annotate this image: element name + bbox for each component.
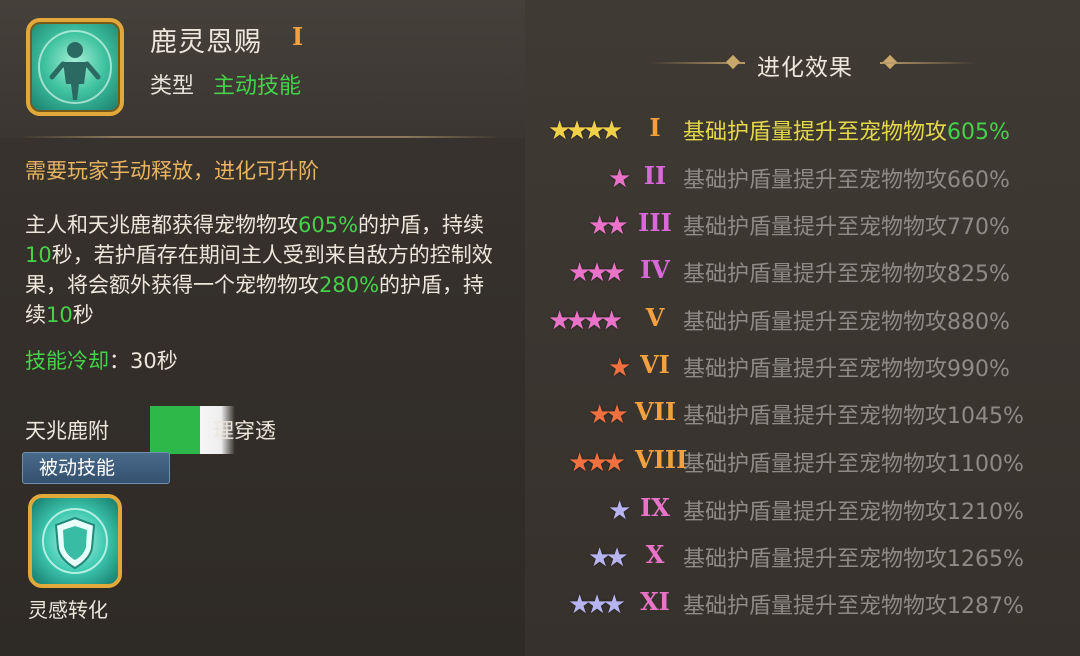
evolution-effect: 基础护盾量提升至宠物物攻825% bbox=[683, 256, 1010, 288]
skill-detail-panel: 鹿灵恩赐 I 类型 主动技能 需要玩家手动释放，进化可升阶 主人和天兆鹿都获得宠… bbox=[0, 0, 525, 656]
evolution-effect: 基础护盾量提升至宠物物攻1265% bbox=[683, 541, 1024, 573]
passive-skill-name-tail: 理穿透 bbox=[213, 419, 276, 443]
evolution-row: ★ ★ ★ ★ V 基础护盾量提升至宠物物攻880% bbox=[525, 300, 1080, 340]
evolution-rank: VII bbox=[635, 397, 677, 426]
star-icon: ★ bbox=[605, 211, 629, 241]
star-icon: ★ bbox=[599, 306, 624, 336]
effect-text: 基础护盾量提升至宠物物攻 bbox=[683, 120, 948, 145]
star-rating: ★ bbox=[608, 164, 631, 194]
deer-spirit-skill-icon[interactable] bbox=[26, 18, 124, 116]
star-rating: ★ ★ bbox=[588, 543, 629, 573]
star-rating: ★ ★ ★ ★ bbox=[548, 116, 623, 146]
evolution-row: ★ IX 基础护盾量提升至宠物物攻1210% bbox=[525, 490, 1080, 530]
evolution-effect: 基础护盾量提升至宠物物攻660% bbox=[683, 162, 1010, 194]
star-rating: ★ ★ bbox=[588, 400, 629, 430]
passive-icon-label: 灵感转化 bbox=[28, 598, 108, 622]
evolution-effect: 基础护盾量提升至宠物物攻1210% bbox=[683, 494, 1024, 526]
evolution-effect: 基础护盾量提升至宠物物攻880% bbox=[683, 304, 1010, 336]
evolution-row: ★ ★ ★ XI 基础护盾量提升至宠物物攻1287% bbox=[525, 584, 1080, 624]
star-rating: ★ bbox=[608, 496, 631, 526]
evolution-rank: VIII bbox=[635, 445, 688, 474]
star-rating: ★ ★ ★ bbox=[568, 448, 626, 478]
passive-skill-badge: 被动技能 bbox=[22, 452, 170, 484]
evolution-row: ★ ★ VII 基础护盾量提升至宠物物攻1045% bbox=[525, 394, 1080, 434]
star-icon: ★ bbox=[605, 543, 629, 573]
effect-text: 基础护盾量提升至宠物物攻 bbox=[683, 594, 948, 619]
skill-cooldown: 技能冷却：30秒 bbox=[25, 349, 178, 373]
evolution-rank: IX bbox=[640, 493, 670, 522]
effect-text: 基础护盾量提升至宠物物攻 bbox=[683, 500, 948, 525]
evolution-effect: 基础护盾量提升至宠物物攻770% bbox=[683, 209, 1010, 241]
star-icon: ★ bbox=[599, 116, 624, 146]
evolution-row: ★ ★ ★ IV 基础护盾量提升至宠物物攻825% bbox=[525, 252, 1080, 292]
effect-percent: 1045% bbox=[947, 404, 1024, 429]
evolution-rank: III bbox=[638, 208, 672, 237]
evolution-effect: 基础护盾量提升至宠物物攻1100% bbox=[683, 446, 1024, 478]
evolution-row: ★ ★ III 基础护盾量提升至宠物物攻770% bbox=[525, 205, 1080, 245]
evolution-title: 进化效果 bbox=[757, 55, 853, 81]
evolution-row: ★ ★ X 基础护盾量提升至宠物物攻1265% bbox=[525, 537, 1080, 577]
passive-skill-name-head: 天兆鹿附 bbox=[25, 419, 109, 443]
skill-description: 主人和天兆鹿都获得宠物物攻605%的护盾，持续10秒，若护盾存在期间主人受到来自… bbox=[25, 213, 493, 327]
skill-type-value: 主动技能 bbox=[213, 74, 302, 99]
star-rating: ★ ★ bbox=[588, 211, 629, 241]
skill-note: 需要玩家手动释放，进化可升阶 bbox=[25, 159, 319, 183]
evolution-rank: X bbox=[645, 540, 665, 569]
evolution-row: ★ VI 基础护盾量提升至宠物物攻990% bbox=[525, 347, 1080, 387]
redaction-block bbox=[150, 406, 200, 454]
shield-icon[interactable] bbox=[28, 494, 122, 588]
title-ornament-right bbox=[880, 62, 975, 64]
star-rating: ★ ★ ★ bbox=[568, 258, 626, 288]
effect-text: 基础护盾量提升至宠物物攻 bbox=[683, 547, 948, 572]
evolution-rank: V bbox=[645, 303, 665, 332]
evolution-effect: 基础护盾量提升至宠物物攻1287% bbox=[683, 588, 1024, 620]
effect-percent: 880% bbox=[947, 310, 1010, 335]
evolution-rank: IV bbox=[640, 255, 670, 284]
evolution-row: ★ II 基础护盾量提升至宠物物攻660% bbox=[525, 158, 1080, 198]
effect-text: 基础护盾量提升至宠物物攻 bbox=[683, 357, 948, 382]
effect-percent: 1210% bbox=[947, 500, 1024, 525]
effect-percent: 1265% bbox=[947, 547, 1024, 572]
effect-percent: 770% bbox=[947, 215, 1010, 240]
skill-type-label: 类型 bbox=[150, 74, 195, 99]
star-icon: ★ bbox=[602, 258, 626, 288]
star-rating: ★ bbox=[608, 353, 631, 383]
star-rating: ★ ★ ★ ★ bbox=[548, 306, 623, 336]
effect-text: 基础护盾量提升至宠物物攻 bbox=[683, 404, 948, 429]
evolution-rank: VI bbox=[640, 350, 670, 379]
star-icon: ★ bbox=[608, 353, 632, 383]
star-icon: ★ bbox=[608, 496, 632, 526]
evolution-rank: XI bbox=[640, 587, 670, 616]
effect-percent: 660% bbox=[947, 168, 1010, 193]
star-icon: ★ bbox=[602, 590, 626, 620]
star-icon: ★ bbox=[608, 164, 632, 194]
effect-percent: 605% bbox=[947, 120, 1010, 145]
evolution-row: ★ ★ ★ ★ I 基础护盾量提升至宠物物攻605% bbox=[525, 110, 1080, 150]
evolution-effect: 基础护盾量提升至宠物物攻1045% bbox=[683, 398, 1024, 430]
effect-percent: 825% bbox=[947, 262, 1010, 287]
skill-rank: I bbox=[292, 22, 304, 51]
effect-percent: 1100% bbox=[947, 452, 1024, 477]
star-icon: ★ bbox=[605, 400, 629, 430]
effect-text: 基础护盾量提升至宠物物攻 bbox=[683, 452, 948, 477]
evolution-effect: 基础护盾量提升至宠物物攻605% bbox=[683, 114, 1010, 146]
effect-text: 基础护盾量提升至宠物物攻 bbox=[683, 310, 948, 335]
skill-name: 鹿灵恩赐 bbox=[150, 27, 262, 58]
effect-percent: 1287% bbox=[947, 594, 1024, 619]
effect-text: 基础护盾量提升至宠物物攻 bbox=[683, 262, 948, 287]
header-divider bbox=[20, 136, 500, 138]
star-icon: ★ bbox=[602, 448, 626, 478]
effect-text: 基础护盾量提升至宠物物攻 bbox=[683, 168, 948, 193]
evolution-row: ★ ★ ★ VIII 基础护盾量提升至宠物物攻1100% bbox=[525, 442, 1080, 482]
evolution-effect: 基础护盾量提升至宠物物攻990% bbox=[683, 351, 1010, 383]
effect-text: 基础护盾量提升至宠物物攻 bbox=[683, 215, 948, 240]
effect-percent: 990% bbox=[947, 357, 1010, 382]
evolution-rank: II bbox=[643, 161, 667, 190]
star-rating: ★ ★ ★ bbox=[568, 590, 626, 620]
evolution-rank: I bbox=[649, 113, 661, 142]
